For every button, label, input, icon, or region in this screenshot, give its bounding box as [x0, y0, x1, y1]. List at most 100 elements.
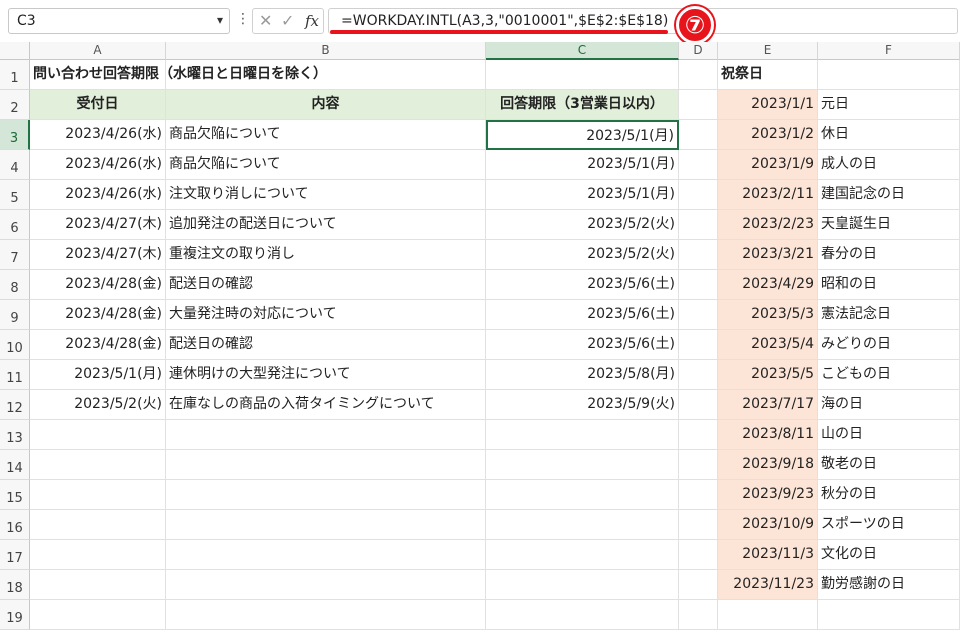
content-cell[interactable]: 注文取り消しについて	[166, 180, 486, 210]
cell[interactable]	[166, 540, 486, 570]
holiday-date-cell[interactable]: 2023/5/3	[718, 300, 818, 330]
holiday-name-cell[interactable]: 元日	[818, 90, 960, 120]
holiday-name-cell[interactable]: 勤労感謝の日	[818, 570, 960, 600]
cell[interactable]	[679, 480, 718, 510]
content-cell[interactable]: 配送日の確認	[166, 330, 486, 360]
holiday-date-cell[interactable]: 2023/5/4	[718, 330, 818, 360]
deadline-cell[interactable]: 2023/5/6(土)	[486, 300, 679, 330]
receipt-date-cell[interactable]: 2023/4/26(水)	[30, 150, 166, 180]
holiday-name-cell[interactable]: みどりの日	[818, 330, 960, 360]
receipt-date-cell[interactable]: 2023/4/27(木)	[30, 240, 166, 270]
content-cell[interactable]: 重複注文の取り消し	[166, 240, 486, 270]
column-header-d[interactable]: D	[679, 42, 718, 60]
holiday-name-cell[interactable]: 憲法記念日	[818, 300, 960, 330]
holiday-date-cell[interactable]: 2023/8/11	[718, 420, 818, 450]
cell[interactable]	[679, 90, 718, 120]
cell[interactable]	[486, 540, 679, 570]
cell[interactable]	[679, 570, 718, 600]
deadline-cell[interactable]: 2023/5/6(土)	[486, 330, 679, 360]
cell[interactable]	[166, 420, 486, 450]
row-header-3[interactable]: 3	[0, 120, 30, 150]
receipt-date-cell[interactable]: 2023/5/2(火)	[30, 390, 166, 420]
cell[interactable]	[30, 480, 166, 510]
select-all-corner[interactable]	[0, 42, 30, 60]
row-header-9[interactable]: 9	[0, 300, 30, 330]
cell[interactable]	[679, 240, 718, 270]
spreadsheet-grid[interactable]: A B C D E F 1 2 3 4 5 6 7 8 9 10 11 12 13 14 15 16 17 18 19 問い合わせ…	[0, 42, 960, 638]
holiday-date-cell[interactable]: 2023/7/17	[718, 390, 818, 420]
holiday-date-cell[interactable]: 2023/1/1	[718, 90, 818, 120]
row-header-18[interactable]: 18	[0, 570, 30, 600]
holiday-name-cell[interactable]: スポーツの日	[818, 510, 960, 540]
cell[interactable]	[166, 510, 486, 540]
row-header-19[interactable]: 19	[0, 600, 30, 630]
cell[interactable]	[679, 270, 718, 300]
deadline-cell[interactable]: 2023/5/8(月)	[486, 360, 679, 390]
receipt-date-cell[interactable]: 2023/4/28(金)	[30, 330, 166, 360]
holiday-name-cell[interactable]: 山の日	[818, 420, 960, 450]
row-header-16[interactable]: 16	[0, 510, 30, 540]
holiday-date-cell[interactable]: 2023/11/23	[718, 570, 818, 600]
content-cell[interactable]: 大量発注時の対応について	[166, 300, 486, 330]
holiday-name-cell[interactable]: 敬老の日	[818, 450, 960, 480]
holiday-date-cell[interactable]: 2023/10/9	[718, 510, 818, 540]
cell[interactable]	[679, 420, 718, 450]
holiday-date-cell[interactable]: 2023/9/23	[718, 480, 818, 510]
holiday-date-cell[interactable]: 2023/2/11	[718, 180, 818, 210]
cell[interactable]	[486, 570, 679, 600]
content-cell[interactable]: 商品欠陥について	[166, 120, 486, 150]
cell[interactable]	[679, 540, 718, 570]
cell[interactable]	[30, 420, 166, 450]
row-header-10[interactable]: 10	[0, 330, 30, 360]
column-header-f[interactable]: F	[818, 42, 960, 60]
holiday-name-cell[interactable]: 文化の日	[818, 540, 960, 570]
cell[interactable]	[166, 570, 486, 600]
row-header-2[interactable]: 2	[0, 90, 30, 120]
row-header-17[interactable]: 17	[0, 540, 30, 570]
active-cell-c3[interactable]: 2023/5/1(月)	[486, 120, 679, 150]
receipt-date-cell[interactable]: 2023/5/1(月)	[30, 360, 166, 390]
row-header-15[interactable]: 15	[0, 480, 30, 510]
receipt-date-cell[interactable]: 2023/4/28(金)	[30, 300, 166, 330]
cell[interactable]	[818, 60, 960, 90]
cell[interactable]	[30, 600, 166, 630]
cell[interactable]	[30, 570, 166, 600]
holiday-date-cell[interactable]: 2023/3/21	[718, 240, 818, 270]
cell[interactable]	[679, 300, 718, 330]
deadline-cell[interactable]: 2023/5/2(火)	[486, 240, 679, 270]
holiday-name-cell[interactable]: 春分の日	[818, 240, 960, 270]
cell[interactable]	[718, 600, 818, 630]
deadline-cell[interactable]: 2023/5/1(月)	[486, 180, 679, 210]
cell[interactable]	[679, 390, 718, 420]
row-header-6[interactable]: 6	[0, 210, 30, 240]
holiday-date-cell[interactable]: 2023/11/3	[718, 540, 818, 570]
cell[interactable]	[679, 510, 718, 540]
receipt-date-cell[interactable]: 2023/4/26(水)	[30, 180, 166, 210]
cell[interactable]	[818, 600, 960, 630]
cell[interactable]	[679, 600, 718, 630]
row-header-14[interactable]: 14	[0, 450, 30, 480]
chevron-down-icon[interactable]: ▾	[217, 13, 223, 27]
cell[interactable]	[486, 420, 679, 450]
holiday-name-cell[interactable]: 成人の日	[818, 150, 960, 180]
cell[interactable]	[679, 60, 718, 90]
row-header-12[interactable]: 12	[0, 390, 30, 420]
holiday-date-cell[interactable]: 2023/5/5	[718, 360, 818, 390]
cell[interactable]	[679, 150, 718, 180]
deadline-cell[interactable]: 2023/5/2(火)	[486, 210, 679, 240]
cell[interactable]	[486, 480, 679, 510]
cell[interactable]	[166, 480, 486, 510]
row-header-1[interactable]: 1	[0, 60, 30, 90]
cell[interactable]	[486, 60, 679, 90]
row-header-13[interactable]: 13	[0, 420, 30, 450]
cell[interactable]	[30, 450, 166, 480]
content-cell[interactable]: 在庫なしの商品の入荷タイミングについて	[166, 390, 486, 420]
holiday-name-cell[interactable]: 秋分の日	[818, 480, 960, 510]
receipt-date-cell[interactable]: 2023/4/27(木)	[30, 210, 166, 240]
more-vertical-icon[interactable]: ⋮	[236, 11, 250, 27]
holiday-name-cell[interactable]: 海の日	[818, 390, 960, 420]
holiday-name-cell[interactable]: 昭和の日	[818, 270, 960, 300]
receipt-date-cell[interactable]: 2023/4/28(金)	[30, 270, 166, 300]
column-header-b[interactable]: B	[166, 42, 486, 60]
content-cell[interactable]: 配送日の確認	[166, 270, 486, 300]
